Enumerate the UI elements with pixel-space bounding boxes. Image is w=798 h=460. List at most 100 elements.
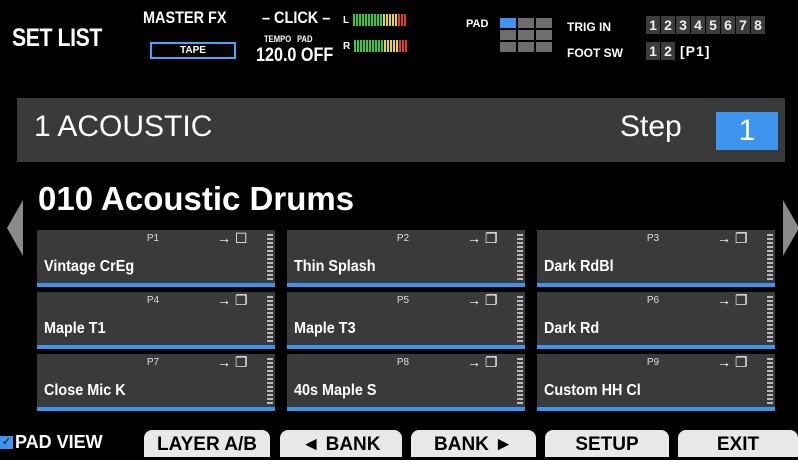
meter-segment bbox=[371, 14, 374, 26]
meter-segment bbox=[374, 14, 377, 26]
pad-underline bbox=[287, 345, 525, 349]
tempo-label: TEMPO bbox=[264, 34, 292, 44]
foot-sw-number: 2 bbox=[661, 42, 675, 60]
pad-cell[interactable]: P6 → ❐ Dark Rd bbox=[537, 292, 775, 349]
meter-right-label: R bbox=[343, 40, 351, 52]
pad-indicator-cell bbox=[518, 18, 534, 28]
trig-in-number: 7 bbox=[736, 16, 750, 34]
meter-left-label: L bbox=[343, 14, 350, 26]
meter-segment bbox=[387, 40, 390, 52]
level-meter-right: R bbox=[343, 40, 408, 52]
layer-arrow-icon: → ❐ bbox=[717, 230, 748, 246]
foot-sw-label: FOOT SW bbox=[567, 46, 623, 60]
checkbox-icon[interactable]: ✓ bbox=[0, 436, 13, 449]
pad-underline bbox=[37, 283, 275, 287]
pad-id: P8 bbox=[396, 357, 410, 368]
pad-instrument: Maple T3 bbox=[294, 320, 356, 337]
pad-underline bbox=[287, 407, 525, 411]
pad-id: P7 bbox=[146, 357, 160, 368]
foot-sw-value: [P1] bbox=[680, 43, 711, 59]
pad-cell[interactable]: P9 → ❐ Custom HH Cl bbox=[537, 354, 775, 411]
trig-in-label: TRIG IN bbox=[567, 20, 611, 34]
meter-segment bbox=[378, 40, 381, 52]
master-fx-value[interactable]: TAPE bbox=[150, 42, 236, 59]
pad-instrument: Custom HH Cl bbox=[544, 382, 641, 399]
pad-underline bbox=[37, 345, 275, 349]
meter-segment bbox=[365, 14, 368, 26]
meter-segment bbox=[384, 40, 387, 52]
meter-segment bbox=[368, 14, 371, 26]
click-label: – CLICK – bbox=[262, 8, 331, 27]
layer-button[interactable]: LAYER A/B bbox=[144, 430, 270, 457]
pad-indicator-label: PAD bbox=[466, 18, 489, 30]
pad-indicator-cell bbox=[500, 18, 516, 28]
pad-id: P4 bbox=[146, 295, 160, 306]
pad-indicator-cell bbox=[500, 42, 516, 52]
pad-cell[interactable]: P5 → ❐ Maple T3 bbox=[287, 292, 525, 349]
pad-cell[interactable]: P7 → ❐ Close Mic K bbox=[37, 354, 275, 411]
meter-segment bbox=[357, 40, 360, 52]
meter-segment bbox=[393, 40, 396, 52]
pad-cell[interactable]: P3 → ❐ Dark RdBl bbox=[537, 230, 775, 287]
meter-segment bbox=[356, 14, 359, 26]
level-meter-left: L bbox=[343, 14, 407, 26]
meter-segment bbox=[363, 40, 366, 52]
pad-indicator-cell bbox=[500, 30, 516, 40]
pad-underline bbox=[537, 345, 775, 349]
meter-segment bbox=[380, 14, 383, 26]
meter-segment bbox=[377, 14, 380, 26]
meter-segment bbox=[390, 40, 393, 52]
foot-sw-numbers: 1 2 [P1] bbox=[646, 42, 710, 60]
pad-id: P2 bbox=[396, 233, 410, 244]
bank-next-button[interactable]: BANK ► bbox=[411, 430, 536, 457]
prev-arrow-icon[interactable] bbox=[7, 200, 23, 256]
layer-arrow-icon: → ❐ bbox=[717, 292, 748, 308]
next-arrow-icon[interactable] bbox=[783, 200, 798, 256]
exit-button[interactable]: EXIT bbox=[678, 430, 798, 457]
pad-underline bbox=[537, 283, 775, 287]
layer-arrow-icon: → ❐ bbox=[717, 354, 748, 370]
pad-cell[interactable]: P2 → ❐ Thin Splash bbox=[287, 230, 525, 287]
pad-underline bbox=[537, 407, 775, 411]
pad-id: P1 bbox=[146, 233, 160, 244]
meter-segment bbox=[353, 14, 356, 26]
meter-segment bbox=[366, 40, 369, 52]
meter-segment bbox=[401, 14, 404, 26]
pad-cell[interactable]: P4 → ❐ Maple T1 bbox=[37, 292, 275, 349]
kit-name: 010 Acoustic Drums bbox=[38, 180, 355, 217]
pad-cell[interactable]: P8 → ❐ 40s Maple S bbox=[287, 354, 525, 411]
level-icon bbox=[267, 358, 273, 404]
meter-segment bbox=[369, 40, 372, 52]
pad-underline bbox=[37, 407, 275, 411]
pad-instrument: Dark Rd bbox=[544, 320, 600, 337]
meter-segment bbox=[402, 40, 405, 52]
pad-instrument: 40s Maple S bbox=[294, 382, 377, 399]
bank-prev-button[interactable]: ◄ BANK bbox=[280, 430, 402, 457]
meter-segment bbox=[389, 14, 392, 26]
pad-cell[interactable]: P1 → ☐ Vintage CrEg bbox=[37, 230, 275, 287]
trig-in-number: 6 bbox=[721, 16, 735, 34]
meter-segment bbox=[383, 14, 386, 26]
level-icon bbox=[517, 234, 523, 280]
pad-indicator-cell bbox=[536, 30, 552, 40]
step-value[interactable]: 1 bbox=[716, 112, 778, 150]
pad-indicator-cell bbox=[536, 18, 552, 28]
pad-view-toggle[interactable]: ✓ PAD VIEW bbox=[0, 432, 103, 453]
meter-segment bbox=[404, 14, 407, 26]
tempo-value-group: 120.0 OFF bbox=[256, 45, 333, 67]
meter-segment bbox=[359, 14, 362, 26]
master-fx-label: MASTER FX bbox=[143, 8, 227, 27]
meter-segment bbox=[372, 40, 375, 52]
layer-arrow-icon: → ❐ bbox=[217, 292, 248, 308]
meter-segment bbox=[395, 14, 398, 26]
tempo-value: 120.0 bbox=[256, 45, 297, 66]
pad-id: P6 bbox=[646, 295, 660, 306]
pad-instrument: Dark RdBl bbox=[544, 258, 614, 275]
meter-segment bbox=[354, 40, 357, 52]
pad-indicator-grid bbox=[500, 18, 552, 52]
level-icon bbox=[517, 296, 523, 342]
layer-arrow-icon: → ❐ bbox=[467, 354, 498, 370]
meter-segment bbox=[381, 40, 384, 52]
setup-button[interactable]: SETUP bbox=[545, 430, 669, 457]
layer-arrow-icon: → ☐ bbox=[217, 230, 248, 246]
